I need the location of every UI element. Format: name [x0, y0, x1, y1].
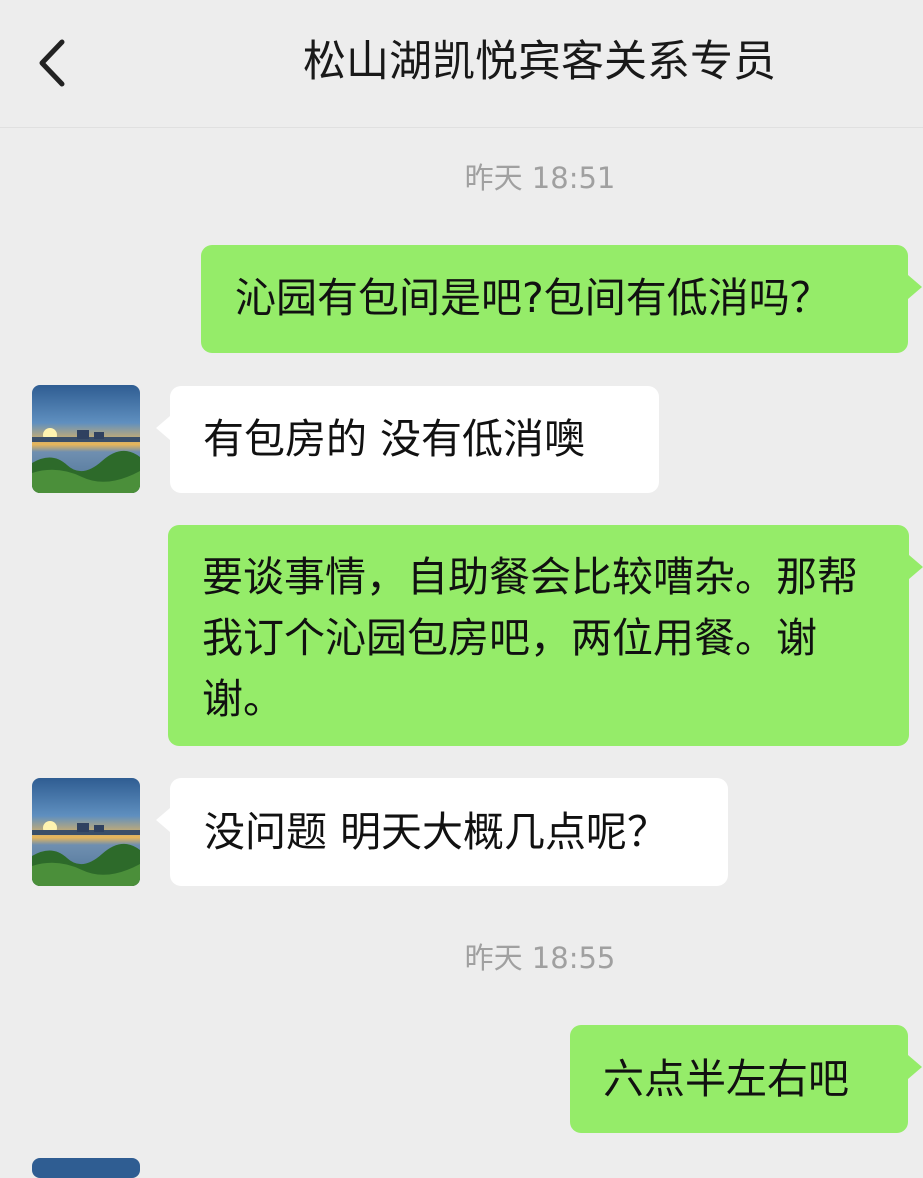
chat-header: 松山湖凯悦宾客关系专员	[0, 0, 923, 128]
timestamp: 昨天 18:51	[464, 161, 616, 195]
message-bubble-incoming[interactable]: 有包房的 没有低消噢	[156, 386, 659, 493]
contact-avatar[interactable]	[32, 385, 140, 493]
message-bubble-outgoing[interactable]: 要谈事情，自助餐会比较嘈杂。那帮我订个沁园包房吧，两位用餐。谢谢。	[168, 525, 923, 746]
contact-avatar[interactable]	[32, 1158, 140, 1178]
message-bubble-outgoing[interactable]: 沁园有包间是吧?包间有低消吗？	[201, 245, 922, 353]
contact-avatar[interactable]	[32, 778, 140, 886]
back-button[interactable]	[22, 28, 86, 98]
timestamp: 昨天 18:55	[464, 941, 616, 975]
chevron-left-icon	[39, 39, 65, 87]
message-bubble-outgoing[interactable]: 六点半左右吧	[570, 1025, 922, 1133]
message-bubble-incoming[interactable]: 没问题 明天大概几点呢？	[156, 778, 728, 886]
chat-title: 松山湖凯悦宾客关系专员	[303, 37, 776, 87]
